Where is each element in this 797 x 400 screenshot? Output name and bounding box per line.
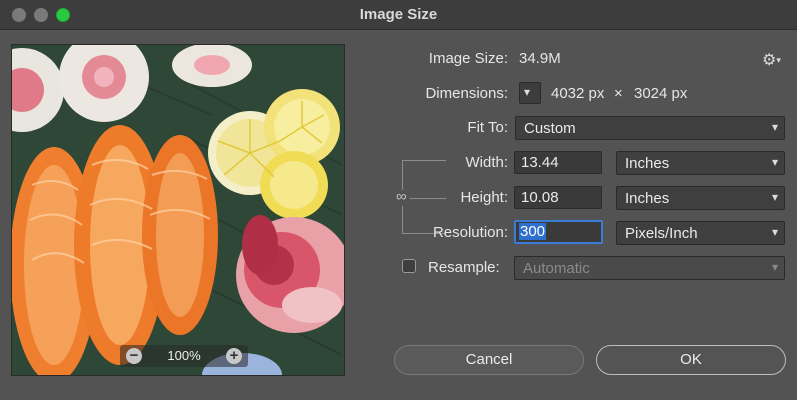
width-label: Width:: [465, 154, 508, 171]
cancel-button[interactable]: Cancel: [394, 345, 584, 375]
gear-icon[interactable]: ⚙▾: [762, 50, 781, 70]
window-title: Image Size: [359, 6, 438, 23]
resample-method-select[interactable]: Automatic ▾: [514, 256, 785, 280]
title-bar: Image Size: [0, 0, 797, 30]
dimensions-width: 4032 px: [551, 85, 605, 102]
resolution-value: 300: [519, 223, 547, 240]
dimensions-separator: ×: [614, 85, 623, 102]
resolution-unit-select[interactable]: Pixels/Inch ▾: [616, 221, 785, 245]
zoom-out-icon[interactable]: −: [126, 348, 142, 364]
chevron-down-icon: ▾: [771, 190, 778, 204]
dimensions-unit-dropdown[interactable]: ▾: [519, 82, 541, 104]
height-unit-select[interactable]: Inches ▾: [616, 186, 785, 210]
image-size-value: 34.9M: [519, 50, 561, 67]
resample-checkbox[interactable]: [402, 259, 416, 273]
zoom-in-icon[interactable]: +: [226, 348, 242, 364]
dimensions-height: 3024 px: [634, 85, 688, 102]
fit-to-select[interactable]: Custom ▾: [515, 116, 785, 140]
sushi-preview-image: [12, 45, 344, 375]
zoom-controls: − 100% +: [120, 345, 248, 367]
width-unit-select[interactable]: Inches ▾: [616, 151, 785, 175]
height-unit-value: Inches: [625, 190, 670, 207]
zoom-level: 100%: [167, 348, 201, 363]
chevron-down-icon: ▾: [771, 120, 778, 134]
chevron-down-icon: ▾: [771, 155, 778, 169]
image-preview[interactable]: − 100% +: [11, 44, 345, 376]
height-label: Height:: [460, 189, 508, 206]
ok-button[interactable]: OK: [596, 345, 786, 375]
resolution-unit-value: Pixels/Inch: [625, 225, 698, 242]
chevron-down-icon: ▾: [771, 225, 778, 239]
fit-to-value: Custom: [524, 120, 576, 137]
image-size-label: Image Size:: [428, 50, 508, 67]
dimensions-label: Dimensions:: [425, 85, 508, 102]
chevron-down-icon: ▾: [771, 260, 778, 274]
fit-to-label: Fit To:: [467, 119, 508, 136]
height-field[interactable]: 10.08: [514, 186, 602, 209]
resolution-label: Resolution:: [432, 224, 508, 241]
width-unit-value: Inches: [625, 155, 670, 172]
width-field[interactable]: 13.44: [514, 151, 602, 174]
chevron-down-icon: ▾: [524, 85, 531, 99]
resample-label: Resample:: [428, 259, 500, 276]
resample-method-value: Automatic: [523, 260, 590, 277]
resolution-field[interactable]: 300: [514, 220, 603, 244]
